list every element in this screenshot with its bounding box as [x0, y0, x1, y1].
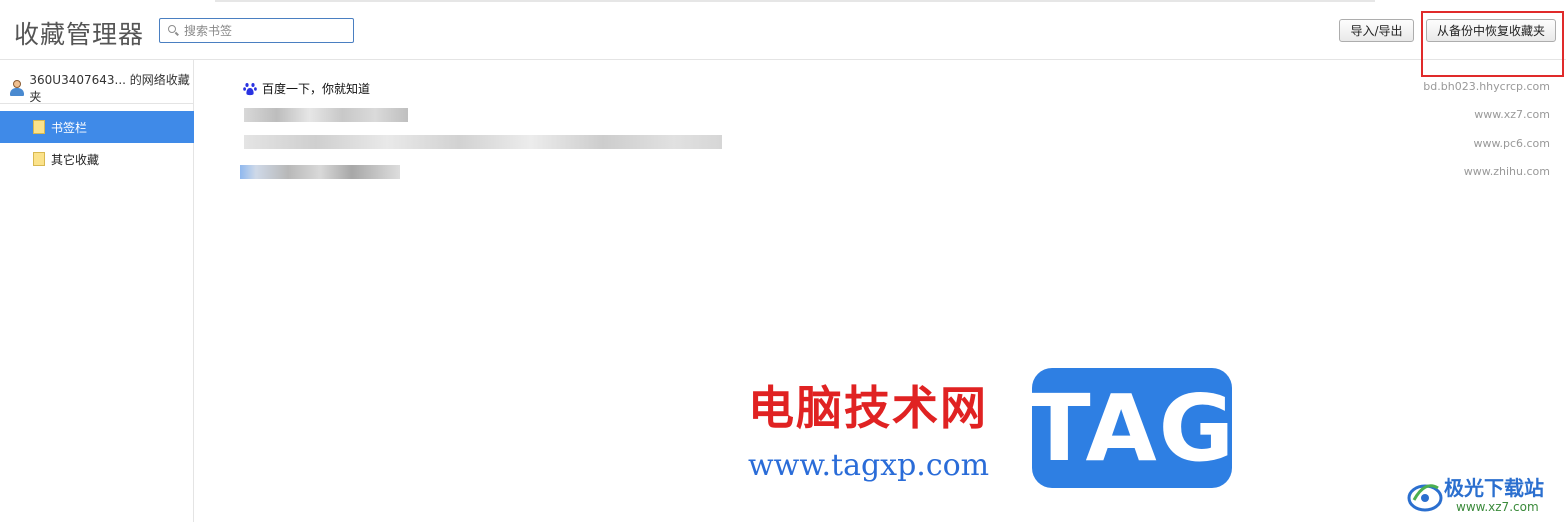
folder-icon — [33, 120, 45, 134]
blurred-title — [244, 108, 408, 122]
sidebar: 360U3407643... 的网络收藏夹 书签栏 其它收藏 — [0, 60, 194, 522]
sidebar-item-label: 书签栏 — [51, 120, 88, 135]
watermark-site-name: 电脑技术网 — [748, 381, 988, 435]
watermark-logo: 极光下载站 www.xz7.com — [1404, 470, 1560, 518]
bookmark-url: www.pc6.com — [1473, 137, 1551, 150]
watermark-site-url: www.tagxp.com — [748, 448, 990, 483]
bookmark-title: 百度一下，你就知道 — [262, 82, 371, 96]
page-title: 收藏管理器 — [14, 20, 145, 49]
bookmark-row[interactable]: www.pc6.com — [240, 131, 1550, 159]
account-label: 360U3407643... 的网络收藏夹 — [29, 72, 190, 104]
aurora-logo-icon — [1407, 484, 1443, 512]
header: 收藏管理器 导入/导出 从备份中恢复收藏夹 — [0, 0, 1566, 77]
sidebar-item-bookmarks-bar[interactable]: 书签栏 — [0, 111, 194, 143]
watermark-tag-badge: TAG — [1028, 368, 1234, 488]
bookmark-url: bd.bh023.hhycrcp.com — [1423, 80, 1550, 93]
blurred-title — [240, 165, 400, 179]
annotation-highlight-box — [1421, 11, 1564, 77]
folder-icon — [33, 152, 45, 166]
sidebar-item-label: 其它收藏 — [51, 152, 100, 167]
search-icon — [160, 19, 180, 42]
bookmark-row[interactable]: www.zhihu.com — [240, 159, 1550, 187]
search-input[interactable] — [180, 23, 350, 38]
bookmark-row[interactable]: www.xz7.com — [240, 102, 1550, 130]
bookmark-row[interactable]: 百度一下，你就知道 bd.bh023.hhycrcp.com — [240, 74, 1550, 102]
sidebar-item-other-bookmarks[interactable]: 其它收藏 — [0, 143, 194, 175]
user-icon — [10, 79, 24, 96]
import-export-button[interactable]: 导入/导出 — [1339, 19, 1414, 42]
search-box[interactable] — [159, 18, 354, 43]
bookmark-url: www.xz7.com — [1474, 108, 1550, 121]
blurred-title — [244, 135, 722, 149]
account-row[interactable]: 360U3407643... 的网络收藏夹 — [0, 72, 194, 104]
watermark-logo-name: 极光下载站 — [1444, 476, 1544, 500]
bookmark-url: www.zhihu.com — [1463, 165, 1550, 178]
watermark-logo-url: www.xz7.com — [1456, 500, 1539, 514]
baidu-paw-icon — [243, 83, 257, 96]
